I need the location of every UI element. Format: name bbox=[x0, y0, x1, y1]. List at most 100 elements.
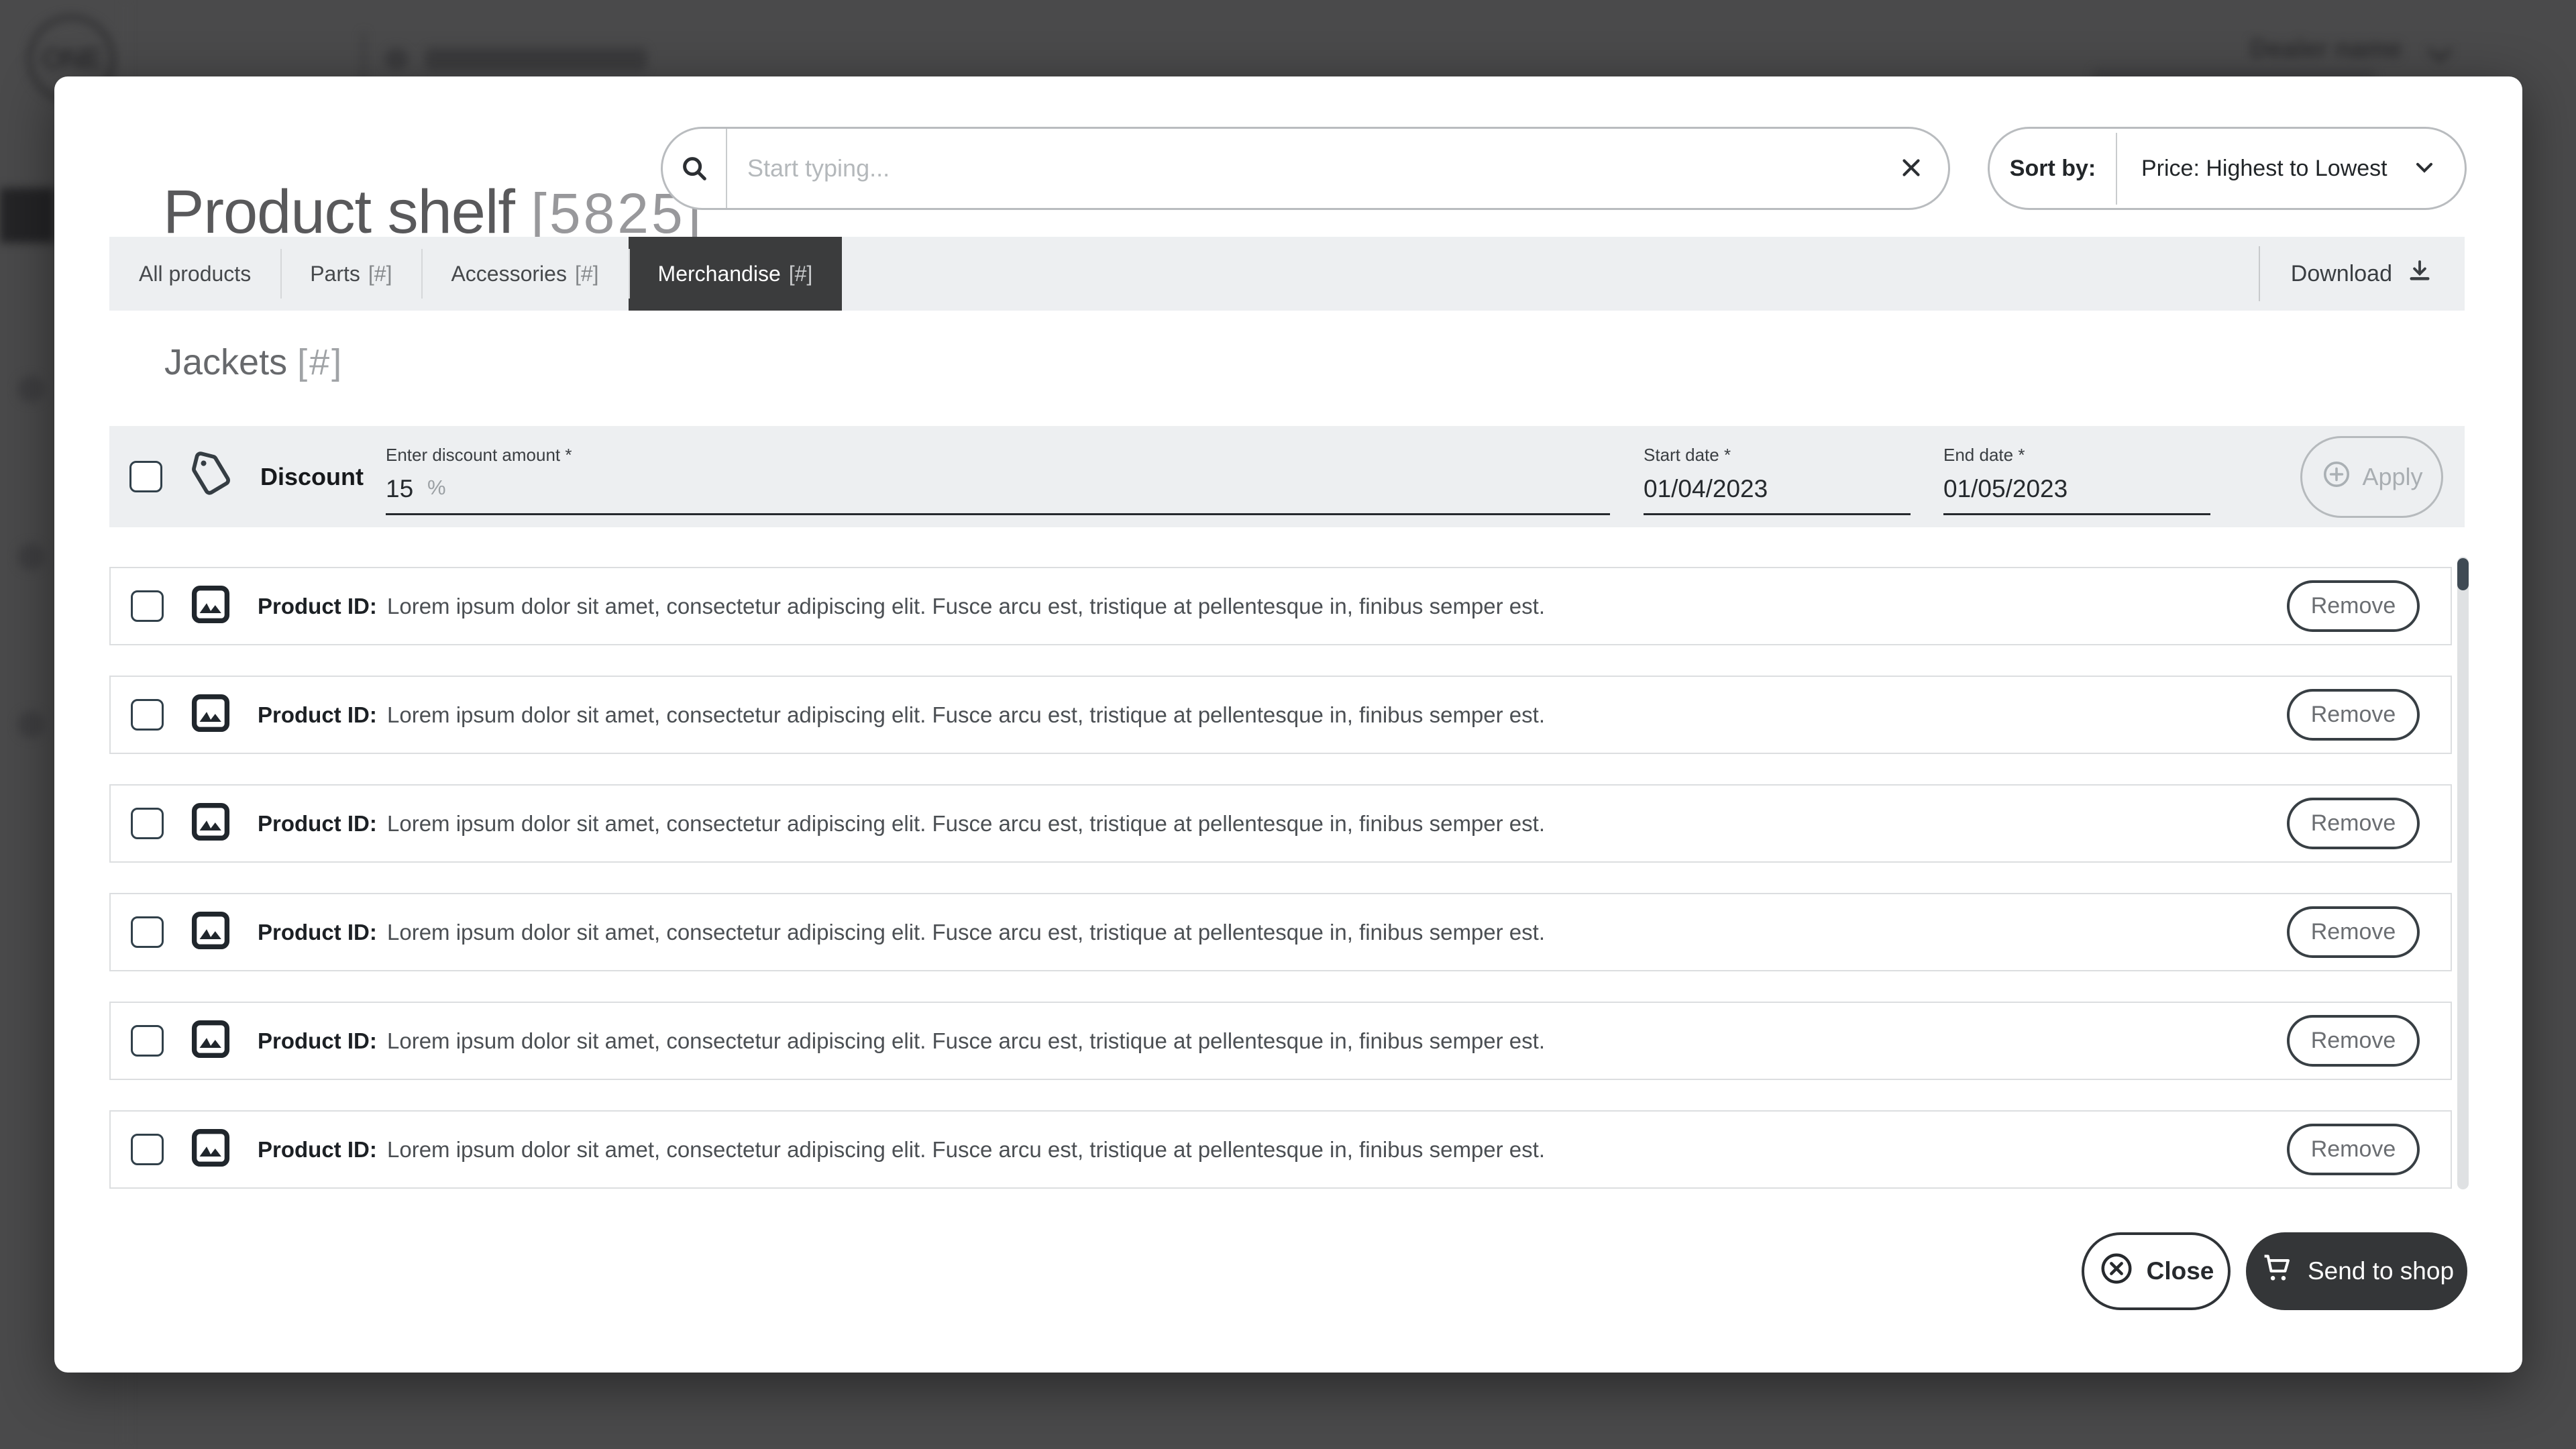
background-sidebar-active-item bbox=[0, 188, 55, 243]
product-description: Lorem ipsum dolor sit amet, consectetur … bbox=[387, 919, 1545, 945]
tab-all-products[interactable]: All products bbox=[109, 237, 280, 311]
tab-count: [#] bbox=[574, 261, 599, 286]
send-to-shop-button[interactable]: Send to shop bbox=[2246, 1232, 2467, 1310]
download-label: Download bbox=[2290, 260, 2392, 286]
product-id-label: Product ID: bbox=[258, 593, 377, 619]
row-checkbox[interactable] bbox=[131, 1025, 164, 1057]
remove-button[interactable]: Remove bbox=[2287, 580, 2420, 632]
tag-icon bbox=[186, 451, 235, 502]
row-checkbox[interactable] bbox=[131, 590, 164, 622]
user-menu: Dealer name bbox=[2249, 35, 2402, 63]
close-circle-icon bbox=[2098, 1250, 2135, 1293]
send-to-shop-label: Send to shop bbox=[2307, 1257, 2455, 1285]
end-date-field: End date * bbox=[1943, 445, 2210, 515]
chevron-down-icon bbox=[2411, 154, 2438, 184]
start-date-label: Start date * bbox=[1644, 445, 1731, 465]
search-input[interactable] bbox=[727, 154, 1874, 182]
product-description: Lorem ipsum dolor sit amet, consectetur … bbox=[387, 593, 1545, 619]
product-shelf-modal: Product shelf [5825] Sort by: Price: Hig… bbox=[54, 76, 2522, 1373]
product-description: Lorem ipsum dolor sit amet, consectetur … bbox=[387, 1028, 1545, 1053]
product-list: Product ID: Lorem ipsum dolor sit amet, … bbox=[109, 567, 2452, 1219]
chevron-down-icon bbox=[2427, 38, 2453, 63]
row-checkbox[interactable] bbox=[131, 1134, 164, 1165]
start-date-input[interactable] bbox=[1644, 466, 1911, 503]
table-row: Product ID: Lorem ipsum dolor sit amet, … bbox=[109, 1110, 2452, 1189]
product-image-icon bbox=[188, 1125, 233, 1174]
discount-amount-suffix: % bbox=[427, 476, 446, 499]
tab-merchandise[interactable]: Merchandise [#] bbox=[628, 237, 843, 311]
apply-label: Apply bbox=[2362, 463, 2423, 490]
page-title-text: Product shelf bbox=[163, 178, 515, 246]
start-date-field: Start date * bbox=[1644, 445, 1911, 515]
product-image-icon bbox=[188, 582, 233, 631]
sort-dropdown[interactable]: Sort by: Price: Highest to Lowest bbox=[1988, 127, 2467, 210]
input-underline bbox=[1943, 513, 2210, 515]
product-id-label: Product ID: bbox=[258, 919, 377, 945]
row-checkbox[interactable] bbox=[131, 808, 164, 839]
row-checkbox[interactable] bbox=[131, 699, 164, 731]
plus-circle-icon bbox=[2320, 458, 2353, 496]
sort-selected-value: Price: Highest to Lowest bbox=[2141, 155, 2387, 181]
section-count: [#] bbox=[297, 342, 344, 382]
discount-amount-input[interactable] bbox=[386, 466, 1610, 503]
row-checkbox[interactable] bbox=[131, 916, 164, 948]
end-date-label: End date * bbox=[1943, 445, 2025, 465]
tab-count: [#] bbox=[788, 261, 813, 286]
discount-label: Discount bbox=[260, 462, 364, 490]
product-image-icon bbox=[188, 799, 233, 848]
background-search-icon bbox=[385, 48, 408, 70]
product-id-label: Product ID: bbox=[258, 1028, 377, 1053]
discount-amount-field: Enter discount amount * % bbox=[386, 445, 1610, 515]
section-heading: Jackets [#] bbox=[164, 341, 343, 383]
background-search-text bbox=[425, 48, 647, 70]
remove-button[interactable]: Remove bbox=[2287, 1124, 2420, 1175]
background-sidebar-icon bbox=[17, 543, 44, 570]
download-button[interactable]: Download bbox=[2258, 246, 2465, 301]
table-row: Product ID: Lorem ipsum dolor sit amet, … bbox=[109, 893, 2452, 971]
discount-amount-label: Enter discount amount * bbox=[386, 445, 572, 465]
close-icon bbox=[1897, 154, 1925, 184]
end-date-input[interactable] bbox=[1943, 466, 2210, 503]
tab-label: Parts bbox=[310, 261, 360, 286]
search-clear-button[interactable] bbox=[1874, 129, 1948, 208]
close-button[interactable]: Close bbox=[2082, 1232, 2231, 1310]
table-row: Product ID: Lorem ipsum dolor sit amet, … bbox=[109, 567, 2452, 645]
tab-parts[interactable]: Parts [#] bbox=[280, 237, 421, 311]
product-description: Lorem ipsum dolor sit amet, consectetur … bbox=[387, 1136, 1545, 1162]
remove-button[interactable]: Remove bbox=[2287, 689, 2420, 741]
list-scrollbar-track[interactable] bbox=[2457, 557, 2469, 1189]
table-row: Product ID: Lorem ipsum dolor sit amet, … bbox=[109, 784, 2452, 863]
tab-count: [#] bbox=[368, 261, 392, 286]
product-image-icon bbox=[188, 908, 233, 957]
close-label: Close bbox=[2146, 1257, 2214, 1285]
product-id-label: Product ID: bbox=[258, 810, 377, 836]
remove-button[interactable]: Remove bbox=[2287, 1015, 2420, 1067]
table-row: Product ID: Lorem ipsum dolor sit amet, … bbox=[109, 676, 2452, 754]
sort-label: Sort by: bbox=[1990, 132, 2117, 205]
table-row: Product ID: Lorem ipsum dolor sit amet, … bbox=[109, 1002, 2452, 1080]
discount-checkbox[interactable] bbox=[129, 461, 162, 492]
apply-button[interactable]: Apply bbox=[2300, 436, 2443, 518]
tab-label: All products bbox=[139, 261, 252, 286]
input-underline bbox=[386, 513, 1610, 515]
list-scrollbar-thumb[interactable] bbox=[2457, 558, 2469, 590]
product-image-icon bbox=[188, 690, 233, 739]
tab-accessories[interactable]: Accessories [#] bbox=[421, 237, 628, 311]
product-id-label: Product ID: bbox=[258, 702, 377, 727]
product-description: Lorem ipsum dolor sit amet, consectetur … bbox=[387, 810, 1545, 836]
cart-icon bbox=[2259, 1251, 2294, 1292]
tab-label: Merchandise bbox=[657, 261, 781, 286]
search-bar bbox=[661, 127, 1950, 210]
background-sidebar-icon bbox=[17, 376, 44, 402]
category-tabs: All products Parts [#] Accessories [#] M… bbox=[109, 237, 2465, 311]
search-icon bbox=[663, 129, 727, 208]
remove-button[interactable]: Remove bbox=[2287, 906, 2420, 958]
input-underline bbox=[1644, 513, 1911, 515]
background-sidebar-icon bbox=[17, 711, 44, 738]
section-title: Jackets bbox=[164, 342, 288, 382]
tabbar-spacer bbox=[842, 237, 2258, 311]
tab-label: Accessories bbox=[451, 261, 567, 286]
product-id-label: Product ID: bbox=[258, 1136, 377, 1162]
discount-bar: Discount Enter discount amount * % Start… bbox=[109, 426, 2465, 527]
remove-button[interactable]: Remove bbox=[2287, 798, 2420, 849]
